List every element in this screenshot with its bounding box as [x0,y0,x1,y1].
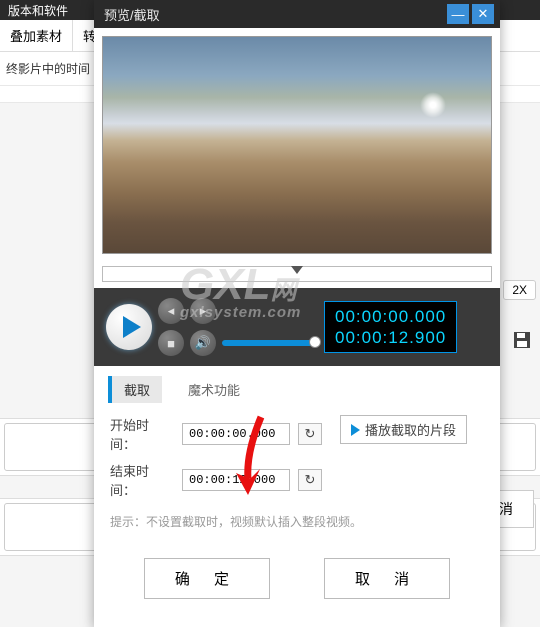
minimize-button[interactable]: — [447,4,469,24]
end-time-input[interactable] [182,469,290,491]
start-time-row: 开始时间： ↻ [110,415,322,453]
play-clip-button[interactable]: 播放截取的片段 [340,415,467,444]
start-time-input[interactable] [182,423,290,445]
cancel-button[interactable]: 取 消 [324,558,450,599]
start-time-label: 开始时间： [110,415,174,453]
clip-form: 开始时间： ↻ 结束时间： ↻ 播放截取的片段 提示：不设置截取时，视频默认插入… [94,403,500,536]
dialog-tabs: 截取 魔术功能 [94,366,500,403]
play-icon [351,424,360,436]
end-time-row: 结束时间： ↻ [110,461,322,499]
time-total: 00:00:12.900 [335,327,446,348]
tab-magic[interactable]: 魔术功能 [176,376,252,403]
dialog-button-row: 确 定 取 消 [94,536,500,627]
end-time-label: 结束时间： [110,461,174,499]
speed-badge[interactable]: 2X [503,280,536,300]
tab-overlay-material[interactable]: 叠加素材 [0,20,73,51]
play-button[interactable] [106,304,152,350]
window-buttons: — ✕ [447,4,494,24]
time-display: 00:00:00.000 00:00:12.900 [324,301,457,354]
play-clip-label: 播放截取的片段 [365,420,456,439]
volume-slider[interactable] [222,340,318,346]
play-icon [123,316,141,338]
video-preview[interactable] [102,36,492,254]
close-button[interactable]: ✕ [472,4,494,24]
playback-controls: ◂ ▸ ■ 🔊 00:00:00.000 00:00:12.900 [94,288,500,366]
stop-button[interactable]: ■ [158,330,184,356]
volume-thumb[interactable] [309,336,321,348]
time-current: 00:00:00.000 [335,306,446,327]
reset-end-button[interactable]: ↻ [298,469,322,491]
control-stack: ◂ ▸ ■ 🔊 [158,298,318,356]
timeline-scrubber[interactable] [102,266,492,282]
timeline-handle-icon[interactable] [291,266,303,274]
hint-text: 提示：不设置截取时，视频默认插入整段视频。 [110,507,484,530]
dialog-title-text: 预览/截取 [104,5,160,24]
preview-clip-dialog: 预览/截取 — ✕ ◂ ▸ ■ 🔊 00:00:00.000 00 [94,0,500,627]
dialog-titlebar: 预览/截取 — ✕ [94,0,500,28]
next-frame-button[interactable]: ▸ [190,298,216,324]
reset-start-button[interactable]: ↻ [298,423,322,445]
ok-button[interactable]: 确 定 [144,558,270,599]
prev-frame-button[interactable]: ◂ [158,298,184,324]
preview-wrap [94,28,500,262]
tab-clip[interactable]: 截取 [108,376,162,403]
volume-icon[interactable]: 🔊 [190,330,216,356]
save-icon[interactable] [512,330,532,355]
